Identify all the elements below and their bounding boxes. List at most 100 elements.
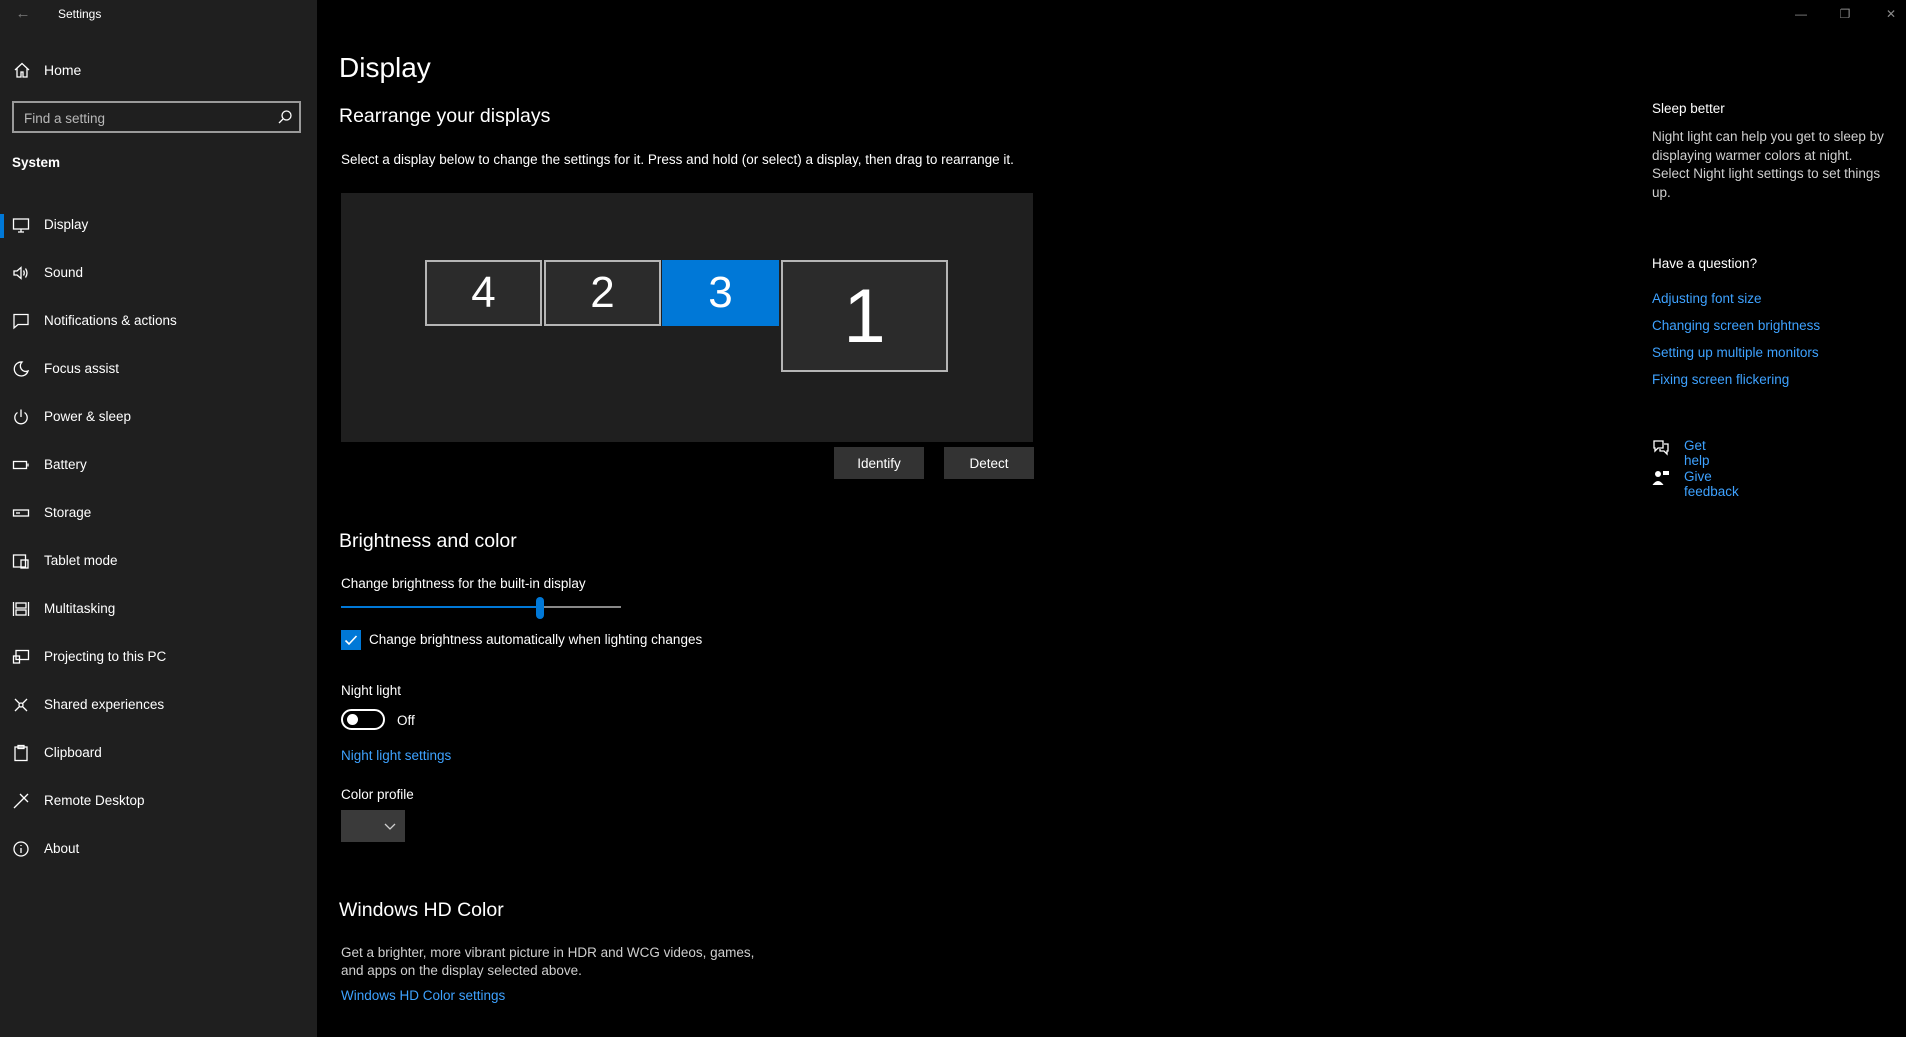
brightness-slider-label: Change brightness for the built-in displ… [341, 576, 586, 591]
remote-desktop-icon [13, 793, 29, 809]
feedback-icon [1652, 471, 1669, 485]
question-heading: Have a question? [1652, 256, 1758, 271]
link-setting-up-multiple-monitors[interactable]: Setting up multiple monitors [1652, 345, 1819, 360]
auto-brightness-label: Change brightness automatically when lig… [369, 632, 703, 647]
app-title: Settings [58, 7, 102, 21]
link-changing-screen-brightness[interactable]: Changing screen brightness [1652, 318, 1820, 333]
brightness-slider-fill [341, 606, 540, 608]
sidebar-item-shared-experiences[interactable]: Shared experiences [0, 682, 317, 730]
sidebar-item-battery[interactable]: Battery [0, 442, 317, 490]
get-help-label: Get help [1684, 438, 1710, 468]
sidebar-item-storage[interactable]: Storage [0, 490, 317, 538]
sidebar-item-label: Tablet mode [44, 553, 118, 568]
sidebar-item-power-sleep[interactable]: Power & sleep [0, 394, 317, 442]
home-item[interactable]: Home [0, 56, 317, 84]
sidebar-item-label: Sound [44, 265, 84, 280]
title-bar: ← Settings [0, 0, 317, 28]
link-fixing-screen-flickering[interactable]: Fixing screen flickering [1652, 372, 1789, 387]
section-label-system: System [12, 155, 61, 170]
checkmark-icon [344, 635, 358, 646]
sidebar-nav: Display Sound Notifications & actions Fo… [0, 202, 317, 874]
minimize-icon[interactable]: — [1791, 4, 1811, 24]
brightness-slider[interactable] [341, 606, 621, 608]
shared-icon [14, 698, 28, 712]
notification-icon [13, 313, 29, 330]
rearrange-description: Select a display below to change the set… [341, 152, 1014, 167]
sidebar-item-label: Focus assist [44, 361, 120, 376]
sidebar-item-focus-assist[interactable]: Focus assist [0, 346, 317, 394]
projecting-icon [12, 649, 30, 664]
home-icon [14, 62, 30, 78]
link-adjusting-font-size[interactable]: Adjusting font size [1652, 291, 1762, 306]
sidebar-item-label: Notifications & actions [44, 313, 177, 328]
sidebar-item-label: About [44, 841, 80, 856]
sleep-better-heading: Sleep better [1652, 101, 1725, 116]
toggle-knob [347, 714, 358, 725]
sidebar-item-display[interactable]: Display [0, 202, 317, 250]
display-arrangement-area: 4 2 3 1 [341, 193, 1033, 442]
sidebar-item-multitasking[interactable]: Multitasking [0, 586, 317, 634]
sidebar-item-sound[interactable]: Sound [0, 250, 317, 298]
hd-color-description-line2: and apps on the display selected above. [341, 963, 582, 978]
hd-color-description-line1: Get a brighter, more vibrant picture in … [341, 945, 755, 960]
monitor-4[interactable]: 4 [425, 260, 542, 326]
night-light-settings-link[interactable]: Night light settings [341, 748, 451, 763]
sidebar-item-label: Shared experiences [44, 697, 165, 712]
sleep-better-text: Night light can help you get to sleep by… [1652, 129, 1884, 200]
give-feedback-label: Give feedback [1684, 469, 1739, 499]
monitor-number: 2 [590, 268, 615, 317]
sidebar-item-label: Display [44, 217, 89, 232]
monitor-number: 1 [843, 273, 886, 359]
sidebar-item-label: Clipboard [44, 745, 102, 760]
color-profile-label: Color profile [341, 787, 414, 802]
monitor-2[interactable]: 2 [544, 260, 661, 326]
sidebar-item-tablet-mode[interactable]: Tablet mode [0, 538, 317, 586]
restore-icon[interactable]: ❐ [1835, 4, 1855, 24]
sidebar-item-about[interactable]: About [0, 826, 317, 874]
sidebar-item-label: Battery [44, 457, 87, 472]
chevron-down-icon [384, 823, 396, 830]
hd-color-settings-link[interactable]: Windows HD Color settings [341, 988, 505, 1003]
sidebar-item-clipboard[interactable]: Clipboard [0, 730, 317, 778]
storage-icon [12, 509, 30, 517]
sidebar-item-label: Power & sleep [44, 409, 132, 424]
chat-help-icon [1653, 440, 1669, 456]
monitor-1[interactable]: 1 [781, 260, 948, 372]
night-light-state: Off [397, 713, 415, 728]
monitor-icon [12, 218, 30, 233]
night-light-toggle[interactable] [341, 709, 385, 730]
sidebar-item-label: Remote Desktop [44, 793, 145, 808]
sidebar-item-label: Storage [44, 505, 92, 520]
brightness-heading: Brightness and color [339, 530, 517, 552]
power-icon [14, 409, 28, 425]
moon-icon [13, 361, 30, 377]
monitor-3[interactable]: 3 [662, 260, 779, 326]
hd-color-heading: Windows HD Color [339, 899, 504, 921]
sidebar-item-notifications[interactable]: Notifications & actions [0, 298, 317, 346]
back-arrow-icon[interactable]: ← [13, 4, 33, 24]
identify-button[interactable]: Identify [834, 447, 924, 479]
sidebar-item-projecting[interactable]: Projecting to this PC [0, 634, 317, 682]
color-profile-dropdown[interactable] [341, 810, 405, 842]
auto-brightness-checkbox[interactable] [341, 630, 361, 650]
battery-icon [12, 460, 29, 470]
night-light-label: Night light [341, 683, 402, 698]
clipboard-icon [14, 744, 28, 762]
detect-button[interactable]: Detect [944, 447, 1034, 479]
page-title: Display [339, 52, 431, 83]
sidebar-item-label: Projecting to this PC [44, 649, 167, 664]
speaker-icon [13, 266, 28, 280]
monitor-number: 3 [708, 268, 733, 317]
search-box[interactable] [12, 101, 301, 133]
search-icon[interactable] [277, 109, 293, 125]
tablet-icon [12, 554, 29, 569]
close-icon[interactable]: ✕ [1881, 4, 1901, 24]
brightness-slider-thumb[interactable] [536, 597, 544, 619]
rearrange-heading: Rearrange your displays [339, 105, 551, 127]
multitasking-icon [12, 602, 30, 616]
home-label: Home [44, 62, 82, 78]
sidebar-item-label: Multitasking [44, 601, 116, 616]
search-input[interactable] [24, 109, 264, 127]
sidebar-item-remote-desktop[interactable]: Remote Desktop [0, 778, 317, 826]
sidebar: ← Settings Home System Display Sound Not… [0, 0, 317, 1037]
